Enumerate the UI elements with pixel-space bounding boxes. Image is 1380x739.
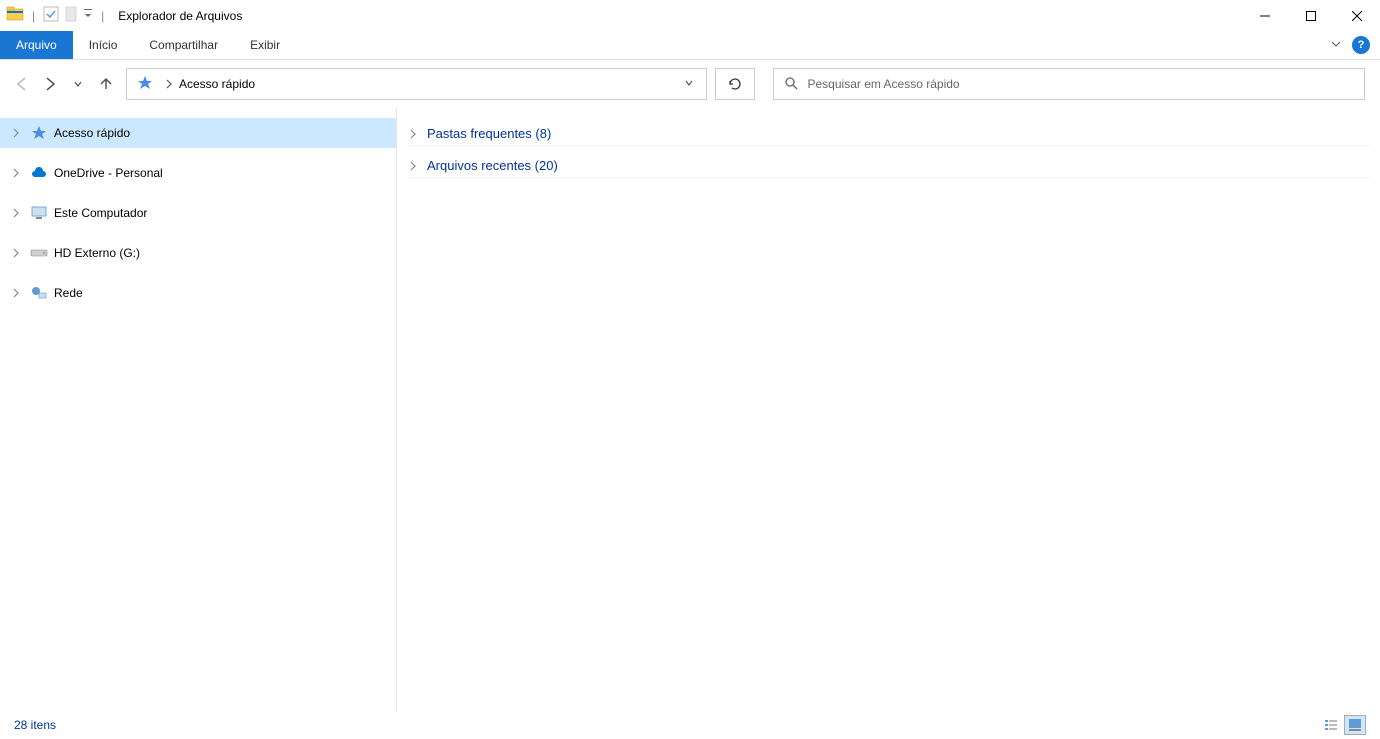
ribbon-tab-home[interactable]: Início xyxy=(73,31,134,59)
separator: | xyxy=(101,9,104,23)
ribbon-tab-share[interactable]: Compartilhar xyxy=(133,31,234,59)
breadcrumb-item[interactable]: Acesso rápido xyxy=(179,77,255,91)
maximize-button[interactable] xyxy=(1288,0,1334,31)
group-recent-files[interactable]: Arquivos recentes (20) xyxy=(407,154,1370,178)
sidebar-item-thispc[interactable]: Este Computador xyxy=(0,198,396,228)
group-label: Arquivos recentes (20) xyxy=(427,158,558,173)
cloud-icon xyxy=(30,164,48,182)
sidebar-item-label: HD Externo (G:) xyxy=(54,246,140,260)
group-label: Pastas frequentes (8) xyxy=(427,126,551,141)
chevron-right-icon[interactable] xyxy=(8,208,24,218)
sidebar-item-label: OneDrive - Personal xyxy=(54,166,163,180)
status-items-count: 28 itens xyxy=(14,718,56,732)
titlebar: | | Explorador de Arquivos xyxy=(0,0,1380,31)
sidebar-item-label: Rede xyxy=(54,286,83,300)
chevron-right-icon[interactable] xyxy=(8,288,24,298)
group-frequent-folders[interactable]: Pastas frequentes (8) xyxy=(407,122,1370,146)
window-controls xyxy=(1242,0,1380,31)
separator: | xyxy=(32,9,35,23)
quickaccess-star-icon xyxy=(137,75,153,94)
nav-buttons xyxy=(10,72,118,96)
navbar: Acesso rápido xyxy=(0,60,1380,108)
nav-up-button[interactable] xyxy=(94,72,118,96)
chevron-right-icon[interactable] xyxy=(407,161,419,171)
address-dropdown-icon[interactable] xyxy=(676,77,702,91)
help-icon[interactable]: ? xyxy=(1352,36,1370,54)
search-bar[interactable] xyxy=(773,68,1366,100)
search-input[interactable] xyxy=(808,77,1355,91)
sidebar-item-label: Acesso rápido xyxy=(54,126,130,140)
chevron-right-icon[interactable] xyxy=(8,248,24,258)
sidebar-item-external-drive[interactable]: HD Externo (G:) xyxy=(0,238,396,268)
view-thumbnails-button[interactable] xyxy=(1344,715,1366,735)
search-icon xyxy=(784,76,798,93)
ribbon-tab-view[interactable]: Exibir xyxy=(234,31,296,59)
quickaccess-check-icon[interactable] xyxy=(43,6,59,25)
sidebar-item-label: Este Computador xyxy=(54,206,147,220)
quickaccess-dropdown-icon[interactable] xyxy=(83,6,93,25)
close-button[interactable] xyxy=(1334,0,1380,31)
titlebar-left: | | Explorador de Arquivos xyxy=(6,5,242,26)
app-icon xyxy=(6,5,24,26)
nav-recent-dropdown[interactable] xyxy=(66,72,90,96)
statusbar-view-switcher xyxy=(1320,715,1366,735)
breadcrumb-separator-icon[interactable] xyxy=(165,78,173,90)
pc-icon xyxy=(30,204,48,222)
nav-forward-button[interactable] xyxy=(38,72,62,96)
chevron-right-icon[interactable] xyxy=(8,168,24,178)
statusbar: 28 itens xyxy=(0,711,1380,739)
refresh-button[interactable] xyxy=(715,68,755,100)
app-title: Explorador de Arquivos xyxy=(118,9,242,23)
quickaccess-doc-icon[interactable] xyxy=(63,6,79,25)
chevron-right-icon[interactable] xyxy=(407,129,419,139)
ribbon-right: ? xyxy=(1330,31,1380,59)
ribbon-expand-icon[interactable] xyxy=(1330,38,1342,53)
sidebar-item-quickaccess[interactable]: Acesso rápido xyxy=(0,118,396,148)
drive-icon xyxy=(30,244,48,262)
sidebar-item-network[interactable]: Rede xyxy=(0,278,396,308)
star-icon xyxy=(30,124,48,142)
nav-back-button[interactable] xyxy=(10,72,34,96)
content: Acesso rápido OneDrive - Personal Este C… xyxy=(0,108,1380,711)
minimize-button[interactable] xyxy=(1242,0,1288,31)
main-panel: Pastas frequentes (8) Arquivos recentes … xyxy=(397,108,1380,711)
ribbon: Arquivo Início Compartilhar Exibir ? xyxy=(0,31,1380,60)
sidebar: Acesso rápido OneDrive - Personal Este C… xyxy=(0,108,397,711)
chevron-right-icon[interactable] xyxy=(8,128,24,138)
address-bar[interactable]: Acesso rápido xyxy=(126,68,707,100)
view-details-button[interactable] xyxy=(1320,715,1342,735)
sidebar-item-onedrive[interactable]: OneDrive - Personal xyxy=(0,158,396,188)
network-icon xyxy=(30,284,48,302)
ribbon-tab-file[interactable]: Arquivo xyxy=(0,31,73,59)
